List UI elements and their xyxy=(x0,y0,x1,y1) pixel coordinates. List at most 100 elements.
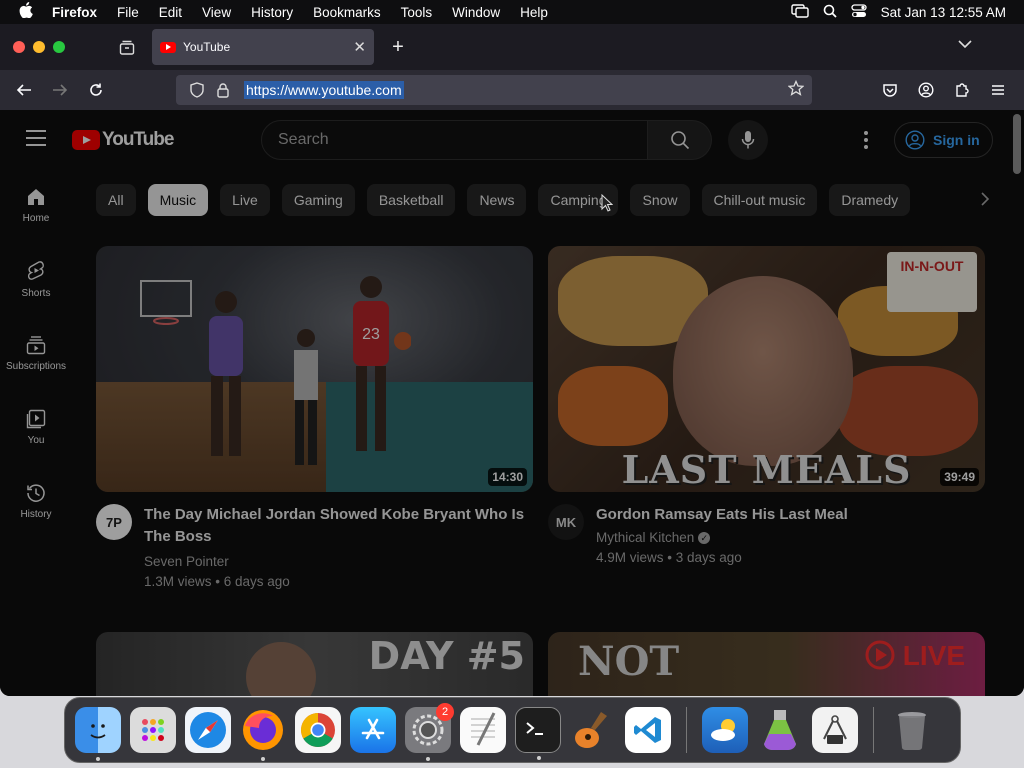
dock-textedit-icon[interactable] xyxy=(460,707,506,753)
dock-launchpad-icon[interactable] xyxy=(130,707,176,753)
page-scrollbar[interactable] xyxy=(1013,114,1021,174)
chip-news[interactable]: News xyxy=(467,184,527,216)
chip-all[interactable]: All xyxy=(96,184,136,216)
dock-trash-icon[interactable] xyxy=(889,707,935,753)
menu-view[interactable]: View xyxy=(192,5,241,20)
chip-dramedy[interactable]: Dramedy xyxy=(829,184,911,216)
shorts-icon xyxy=(27,260,44,280)
sidebar-item-label: Subscriptions xyxy=(5,360,67,372)
sidebar-item-you[interactable]: You xyxy=(0,390,72,464)
menubar-clock[interactable]: Sat Jan 13 12:55 AM xyxy=(881,5,1006,20)
youtube-play-icon xyxy=(72,130,100,150)
settings-kebab-button[interactable] xyxy=(858,128,874,152)
firefox-view-icon xyxy=(119,40,135,55)
chip-basketball[interactable]: Basketball xyxy=(366,184,456,216)
video-title[interactable]: The Day Michael Jordan Showed Kobe Bryan… xyxy=(144,504,533,548)
dock-instruments-icon[interactable] xyxy=(812,707,858,753)
menu-app-firefox[interactable]: Firefox xyxy=(52,5,107,20)
dock-automator-icon[interactable] xyxy=(757,707,803,753)
reload-icon xyxy=(90,83,102,96)
firefox-view-button[interactable] xyxy=(112,32,142,62)
channel-avatar[interactable]: 7P xyxy=(96,504,132,540)
apple-menu-icon[interactable] xyxy=(0,2,52,22)
sidebar-item-label: You xyxy=(27,434,45,446)
close-tab-icon[interactable]: ✕ xyxy=(353,38,366,56)
video-thumbnail[interactable]: 23 14:30 xyxy=(96,246,533,492)
history-icon xyxy=(27,483,45,502)
menu-file[interactable]: File xyxy=(107,5,149,20)
dock-app-store-icon[interactable] xyxy=(350,707,396,753)
channel-name[interactable]: Seven Pointer xyxy=(144,552,533,572)
dock-vscode-icon[interactable] xyxy=(625,707,671,753)
chip-chill-out-music[interactable]: Chill-out music xyxy=(701,184,818,216)
voice-search-button[interactable] xyxy=(728,120,768,160)
sidebar-item-label: Shorts xyxy=(21,287,51,299)
list-all-tabs-button[interactable] xyxy=(958,36,972,54)
screen-mirroring-icon[interactable] xyxy=(790,3,809,21)
chip-snow[interactable]: Snow xyxy=(630,184,690,216)
sidebar-item-history[interactable]: History xyxy=(0,464,72,538)
menu-help[interactable]: Help xyxy=(510,5,558,20)
chip-music[interactable]: Music xyxy=(147,184,209,216)
menu-edit[interactable]: Edit xyxy=(149,5,192,20)
dock-firefox-icon[interactable] xyxy=(240,707,286,761)
video-thumbnail[interactable]: NOT LIVE xyxy=(548,632,985,696)
view-count: 4.9M views xyxy=(596,550,664,565)
minimize-window-button[interactable] xyxy=(33,41,45,53)
menu-bookmarks[interactable]: Bookmarks xyxy=(303,5,391,20)
video-title[interactable]: Gordon Ramsay Eats His Last Meal xyxy=(596,504,848,526)
forward-button[interactable] xyxy=(42,74,78,106)
sidebar-item-home[interactable]: Home xyxy=(0,168,72,242)
category-chips: All Music Live Gaming Basketball News Ca… xyxy=(96,184,988,216)
address-bar[interactable]: https://www.youtube.com xyxy=(176,75,812,105)
spotlight-search-icon[interactable] xyxy=(823,4,837,21)
navigation-toolbar: https://www.youtube.com xyxy=(0,70,1024,110)
guide-menu-button[interactable] xyxy=(26,130,46,151)
new-tab-button[interactable]: + xyxy=(386,36,410,59)
sidebar-item-shorts[interactable]: Shorts xyxy=(0,242,72,316)
video-thumbnail[interactable]: IN-N-OUT LAST MEALS 39:49 xyxy=(548,246,985,492)
chip-gaming[interactable]: Gaming xyxy=(281,184,355,216)
search-button[interactable] xyxy=(648,120,712,160)
sign-in-button[interactable]: Sign in xyxy=(894,122,993,158)
close-window-button[interactable] xyxy=(13,41,25,53)
macos-menubar: Firefox File Edit View History Bookmarks… xyxy=(0,0,1024,24)
bookmark-star-icon[interactable] xyxy=(787,79,805,101)
account-button[interactable] xyxy=(908,74,944,106)
player-red-figure: 23 xyxy=(353,276,411,451)
extensions-button[interactable] xyxy=(944,74,980,106)
chip-live[interactable]: Live xyxy=(220,184,270,216)
reload-button[interactable] xyxy=(78,74,114,106)
dock-system-settings-icon[interactable]: 2 xyxy=(405,703,454,761)
dock-weather-icon[interactable] xyxy=(702,707,748,753)
pocket-button[interactable] xyxy=(872,74,908,106)
dock-chrome-icon[interactable] xyxy=(295,707,341,753)
view-count: 1.3M views xyxy=(144,574,212,589)
chips-next-button[interactable] xyxy=(980,192,990,211)
search-input[interactable]: Search xyxy=(261,120,648,160)
lock-icon[interactable] xyxy=(212,82,234,98)
dock-garageband-icon[interactable] xyxy=(570,707,616,753)
menu-history[interactable]: History xyxy=(241,5,303,20)
sidebar-item-subscriptions[interactable]: Subscriptions xyxy=(0,316,72,390)
upload-age: 3 days ago xyxy=(675,550,742,565)
zoom-window-button[interactable] xyxy=(53,41,65,53)
menu-window[interactable]: Window xyxy=(442,5,510,20)
video-thumbnail[interactable]: DAY #5 xyxy=(96,632,533,696)
dock-finder-icon[interactable] xyxy=(75,707,121,761)
app-menu-button[interactable] xyxy=(980,74,1016,106)
menu-tools[interactable]: Tools xyxy=(391,5,443,20)
video-card[interactable]: IN-N-OUT LAST MEALS 39:49 MK Gordon Rams… xyxy=(548,246,985,568)
url-text[interactable]: https://www.youtube.com xyxy=(244,81,404,99)
channel-name[interactable]: Mythical Kitchen xyxy=(596,530,694,545)
dock-terminal-icon[interactable] xyxy=(515,707,561,760)
control-center-icon[interactable] xyxy=(851,3,867,21)
tab-youtube[interactable]: YouTube ✕ xyxy=(152,29,374,65)
video-card[interactable]: 23 14:30 7P The Day Michael Jordan Showe… xyxy=(96,246,533,592)
youtube-logo[interactable]: YouTube xyxy=(72,129,174,151)
tracking-protection-shield-icon[interactable] xyxy=(186,82,208,98)
dock-separator xyxy=(686,707,687,753)
back-button[interactable] xyxy=(6,74,42,106)
dock-safari-icon[interactable] xyxy=(185,707,231,753)
channel-avatar[interactable]: MK xyxy=(548,504,584,540)
